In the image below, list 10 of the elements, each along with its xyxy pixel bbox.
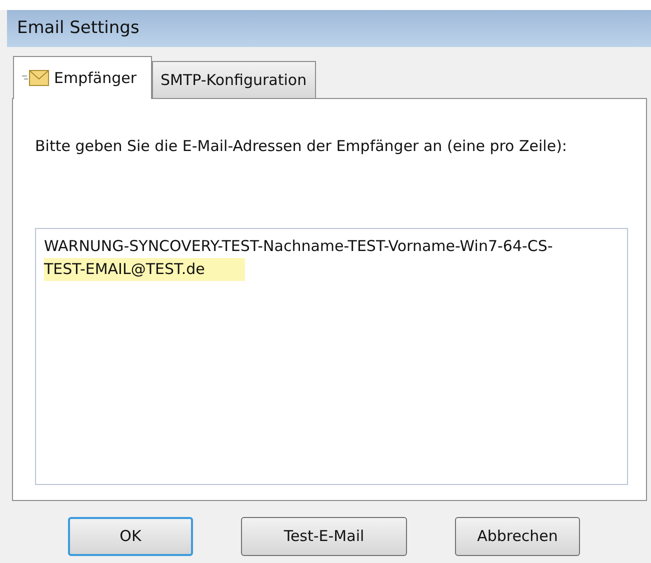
envelope-icon <box>22 68 50 88</box>
dialog-button[interactable]: Test-E-Mail <box>241 517 407 556</box>
tab[interactable]: Empfänger <box>13 56 152 99</box>
window-title: Email Settings <box>17 16 140 40</box>
recipients-field[interactable]: WARNUNG-SYNCOVERY-TEST-Nachname-TEST-Vorname-Win7-64-CS- TEST-EMAIL@TEST.de <box>35 228 628 485</box>
address-line: WARNUNG-SYNCOVERY-TEST-Nachname-TEST-Vorname-Win7-64-CS- <box>44 236 553 256</box>
dialog-button[interactable]: OK <box>68 517 193 556</box>
tab[interactable]: SMTP-Konfiguration <box>152 61 316 98</box>
dialog-button[interactable]: Abbrechen <box>455 517 580 556</box>
instruction-text: Bitte geben Sie die E-Mail-Adressen der Empfänger an (eine pro Zeile): <box>35 136 568 157</box>
